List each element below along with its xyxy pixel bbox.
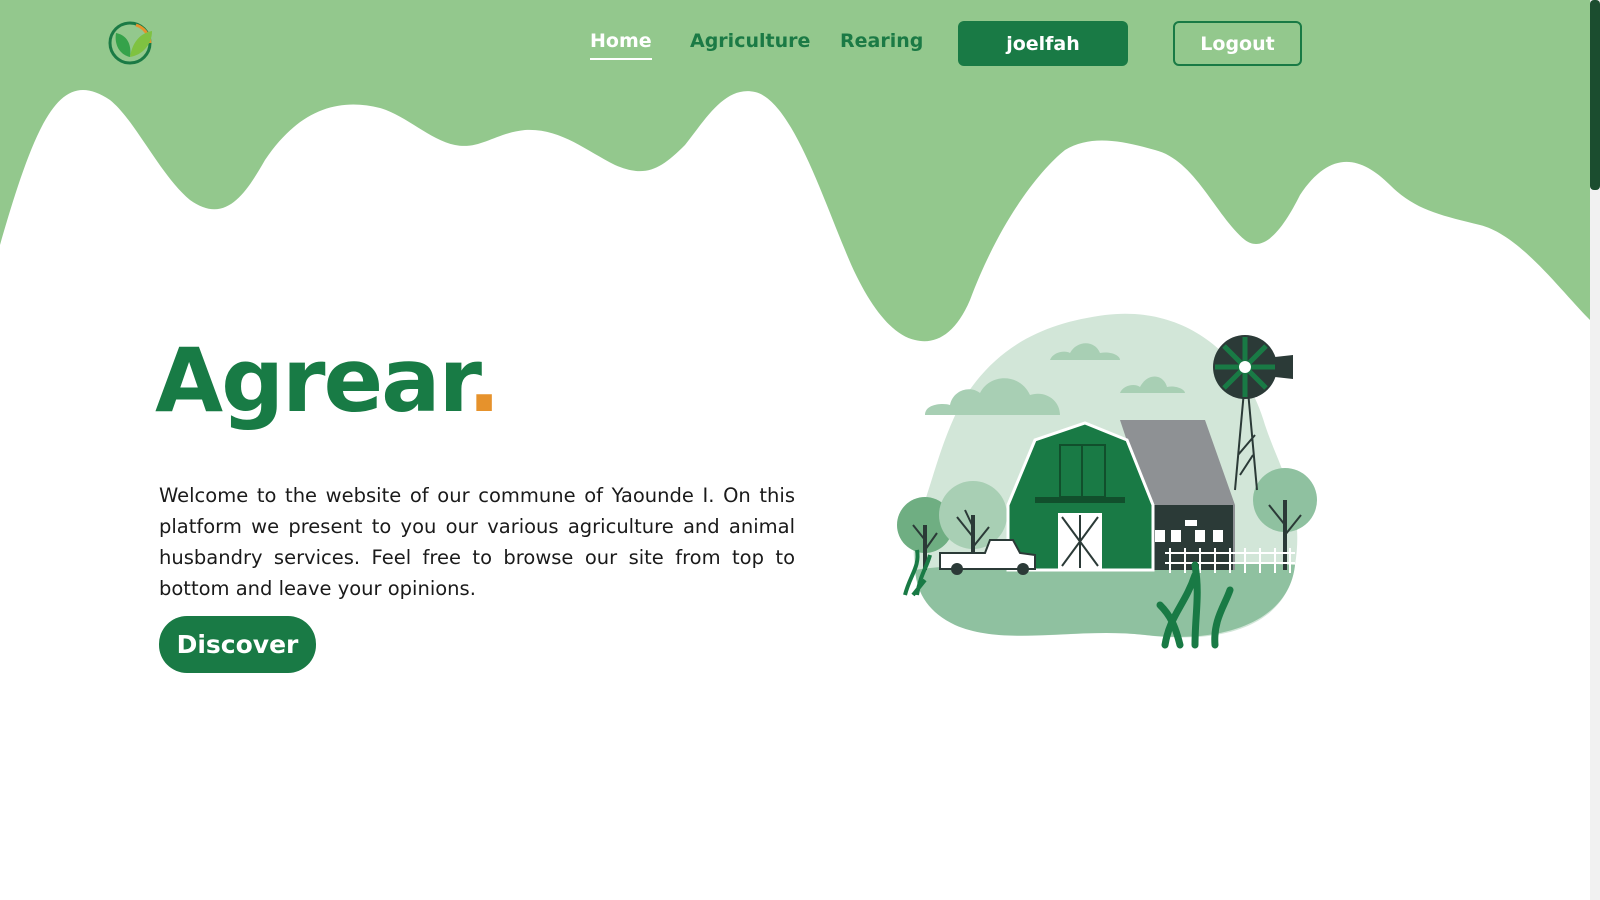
user-profile-button[interactable]: joelfah [958, 21, 1128, 66]
nav-link-home[interactable]: Home [590, 30, 652, 60]
hero-title: Agrear. [155, 329, 501, 432]
nav-link-agriculture[interactable]: Agriculture [690, 30, 810, 52]
leaf-logo-icon[interactable] [106, 17, 156, 67]
hero-title-dot: . [467, 329, 500, 432]
top-navbar: Home Agriculture Rearing joelfah Logout [0, 0, 1590, 88]
hero-title-text: Agrear [155, 329, 469, 432]
discover-button[interactable]: Discover [159, 616, 316, 673]
nav-link-rearing[interactable]: Rearing [840, 30, 923, 52]
farm-barn-illustration [897, 313, 1317, 649]
logout-button[interactable]: Logout [1173, 21, 1302, 66]
hero-description: Welcome to the website of our commune of… [159, 484, 795, 600]
page-scrollbar[interactable] [1590, 0, 1600, 900]
scrollbar-thumb[interactable] [1590, 0, 1600, 190]
